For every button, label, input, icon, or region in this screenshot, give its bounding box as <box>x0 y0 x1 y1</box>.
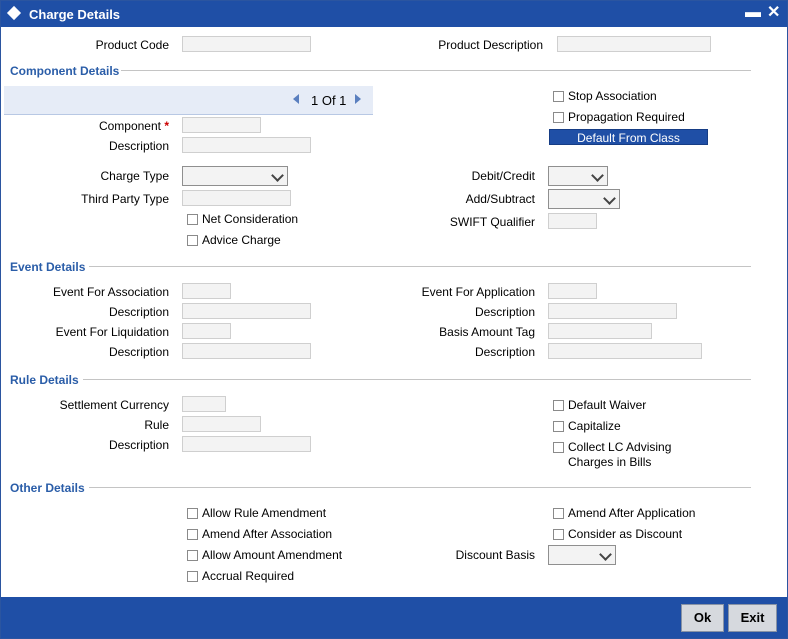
settlement-currency-label: Settlement Currency <box>59 398 169 412</box>
capitalize-label: Capitalize <box>568 419 621 433</box>
section-divider <box>89 487 751 488</box>
debit-credit-label: Debit/Credit <box>471 169 535 183</box>
collect-lc-advising-checkbox[interactable] <box>553 442 564 453</box>
component-field[interactable] <box>182 117 261 133</box>
section-divider <box>83 379 751 380</box>
other-details-title: Other Details <box>10 481 85 495</box>
ok-button[interactable]: Ok <box>681 604 724 632</box>
allow-amount-amendment-label: Allow Amount Amendment <box>202 548 343 562</box>
default-from-class-button[interactable]: Default From Class <box>549 129 708 145</box>
allow-rule-amendment-checkbox[interactable] <box>187 508 198 519</box>
rule-description-field[interactable] <box>182 436 311 452</box>
allow-amount-amendment-checkbox[interactable] <box>187 550 198 561</box>
component-description-label: Description <box>108 139 169 153</box>
accrual-required-checkbox[interactable] <box>187 571 198 582</box>
default-waiver-checkbox[interactable] <box>553 400 564 411</box>
collect-lc-advising-label-line1: Collect LC Advising <box>568 440 672 454</box>
charge-details-window: Charge Details ▬ ✕ Product Code Product … <box>0 0 788 639</box>
footer-bar <box>1 597 787 638</box>
chevron-down-icon <box>271 169 284 182</box>
amend-after-association-checkbox[interactable] <box>187 529 198 540</box>
application-description-field[interactable] <box>548 303 677 319</box>
association-description-label: Description <box>108 305 169 319</box>
rule-field[interactable] <box>182 416 261 432</box>
add-subtract-label: Add/Subtract <box>465 192 535 206</box>
charge-type-select[interactable] <box>182 166 288 186</box>
event-for-association-field[interactable] <box>182 283 231 299</box>
rule-description-label: Description <box>108 438 169 452</box>
event-for-application-field[interactable] <box>548 283 597 299</box>
section-divider <box>89 266 751 267</box>
component-label: Component * <box>98 119 169 133</box>
chevron-down-icon <box>603 192 616 205</box>
net-consideration-label: Net Consideration <box>202 212 299 226</box>
product-description-label: Product Description <box>438 38 543 52</box>
advice-charge-label: Advice Charge <box>202 233 281 247</box>
accrual-required-label: Accrual Required <box>202 569 295 583</box>
discount-basis-label: Discount Basis <box>455 548 535 562</box>
allow-rule-amendment-label: Allow Rule Amendment <box>202 506 327 520</box>
charge-type-label: Charge Type <box>100 169 170 183</box>
rule-label: Rule <box>144 418 169 432</box>
window-title: Charge Details <box>29 7 121 22</box>
net-consideration-checkbox[interactable] <box>187 214 198 225</box>
event-for-liquidation-label: Event For Liquidation <box>55 325 169 339</box>
chevron-down-icon <box>591 169 604 182</box>
product-code-label: Product Code <box>95 38 169 52</box>
collect-lc-advising-label-line2: Charges in Bills <box>568 455 652 469</box>
window-diamond-icon <box>6 5 22 21</box>
event-for-application-label: Event For Application <box>421 285 535 299</box>
third-party-type-field[interactable] <box>182 190 291 206</box>
application-description-label: Description <box>474 305 535 319</box>
discount-basis-select[interactable] <box>548 545 616 565</box>
event-details-title: Event Details <box>10 260 86 274</box>
pager-text: 1 Of 1 <box>311 93 347 108</box>
close-icon[interactable]: ✕ <box>767 3 780 23</box>
chevron-down-icon <box>599 548 612 561</box>
advice-charge-checkbox[interactable] <box>187 235 198 246</box>
basis-amount-tag-label: Basis Amount Tag <box>439 325 535 339</box>
amend-after-application-label: Amend After Application <box>568 506 696 520</box>
component-details-title: Component Details <box>10 64 120 78</box>
basis-amount-tag-field[interactable] <box>548 323 652 339</box>
liquidation-description-field[interactable] <box>182 343 311 359</box>
basis-description-field[interactable] <box>548 343 702 359</box>
amend-after-application-checkbox[interactable] <box>553 508 564 519</box>
product-code-field[interactable] <box>182 36 311 52</box>
title-bar: Charge Details ▬ ✕ <box>1 1 787 27</box>
event-for-liquidation-field[interactable] <box>182 323 231 339</box>
consider-as-discount-checkbox[interactable] <box>553 529 564 540</box>
add-subtract-select[interactable] <box>548 189 620 209</box>
settlement-currency-field[interactable] <box>182 396 226 412</box>
propagation-required-label: Propagation Required <box>568 110 685 124</box>
product-description-field[interactable] <box>557 36 711 52</box>
swift-qualifier-label: SWIFT Qualifier <box>449 215 535 229</box>
consider-as-discount-label: Consider as Discount <box>568 527 683 541</box>
required-mark: * <box>164 119 169 133</box>
association-description-field[interactable] <box>182 303 311 319</box>
rule-details-title: Rule Details <box>10 373 79 387</box>
basis-description-label: Description <box>474 345 535 359</box>
default-waiver-label: Default Waiver <box>568 398 647 412</box>
stop-association-checkbox[interactable] <box>553 91 564 102</box>
propagation-required-checkbox[interactable] <box>553 112 564 123</box>
event-for-association-label: Event For Association <box>52 285 169 299</box>
minimize-icon[interactable]: ▬ <box>745 3 761 23</box>
third-party-type-label: Third Party Type <box>81 192 169 206</box>
next-arrow-icon[interactable] <box>355 94 361 104</box>
amend-after-association-label: Amend After Association <box>202 527 333 541</box>
exit-button[interactable]: Exit <box>728 604 777 632</box>
capitalize-checkbox[interactable] <box>553 421 564 432</box>
debit-credit-select[interactable] <box>548 166 608 186</box>
swift-qualifier-field[interactable] <box>548 213 597 229</box>
previous-arrow-icon[interactable] <box>293 94 299 104</box>
liquidation-description-label: Description <box>108 345 169 359</box>
component-description-field[interactable] <box>182 137 311 153</box>
section-divider <box>121 70 751 71</box>
stop-association-label: Stop Association <box>568 89 657 103</box>
